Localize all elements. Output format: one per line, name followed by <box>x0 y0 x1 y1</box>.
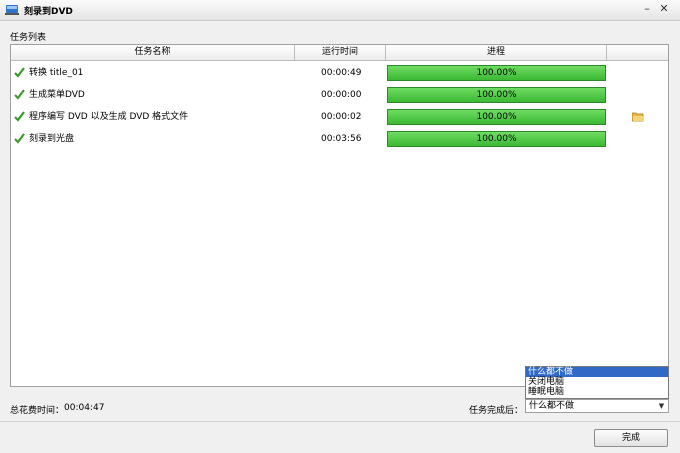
option-shutdown[interactable]: 关闭电脑 <box>526 377 668 387</box>
check-icon <box>14 89 25 100</box>
column-header-progress[interactable]: 进程 <box>386 45 607 60</box>
task-name: 转换 title_01 <box>29 68 84 78</box>
task-list-label: 任务列表 <box>10 33 47 43</box>
total-time-value: 00:04:47 <box>64 403 105 413</box>
chevron-down-icon[interactable]: ▼ <box>655 400 668 412</box>
table-row[interactable]: 转换 title_01 00:00:49 100.00% <box>11 62 668 84</box>
table-row[interactable]: 程序编写 DVD 以及生成 DVD 格式文件 00:00:02 100.00% <box>11 106 668 128</box>
progress-value: 100.00% <box>476 90 517 100</box>
total-time-label: 总花费时间： <box>10 406 65 416</box>
after-completion-select[interactable]: 什么都不做 ▼ <box>525 399 669 413</box>
after-completion-label: 任务完成后： <box>469 406 524 416</box>
table-row[interactable]: 生成菜单DVD 00:00:00 100.00% <box>11 84 668 106</box>
task-time: 00:00:49 <box>321 68 362 78</box>
task-name: 生成菜单DVD <box>29 90 85 100</box>
progress-bar: 100.00% <box>387 65 606 81</box>
progress-value: 100.00% <box>476 68 517 78</box>
progress-bar: 100.00% <box>387 87 606 103</box>
progress-value: 100.00% <box>476 134 517 144</box>
minimize-button[interactable]: – <box>640 2 654 16</box>
progress-value: 100.00% <box>476 112 517 122</box>
task-time: 00:00:00 <box>321 90 362 100</box>
task-table: 任务名称 运行时间 进程 转换 title_01 00:00:49 100.00… <box>10 44 669 387</box>
footer-divider <box>0 421 680 422</box>
check-icon <box>14 133 25 144</box>
table-header: 任务名称 运行时间 进程 <box>11 45 668 61</box>
task-time: 00:03:56 <box>321 134 362 144</box>
progress-bar: 100.00% <box>387 131 606 147</box>
dvd-burner-icon <box>5 5 19 15</box>
option-do-nothing[interactable]: 什么都不做 <box>526 367 668 377</box>
after-completion-selected: 什么都不做 <box>529 401 575 411</box>
column-header-extra <box>607 45 668 60</box>
window-title: 刻录到DVD <box>24 7 73 17</box>
check-icon <box>14 67 25 78</box>
folder-icon[interactable] <box>632 112 644 122</box>
progress-bar: 100.00% <box>387 109 606 125</box>
option-sleep[interactable]: 睡眠电脑 <box>526 387 668 397</box>
check-icon <box>14 111 25 122</box>
task-time: 00:00:02 <box>321 112 362 122</box>
after-completion-options: 什么都不做 关闭电脑 睡眠电脑 <box>525 366 669 399</box>
column-header-run-time[interactable]: 运行时间 <box>295 45 386 60</box>
title-bar: 刻录到DVD – ✕ <box>0 0 680 21</box>
done-button[interactable]: 完成 <box>594 429 668 447</box>
column-header-task-name[interactable]: 任务名称 <box>11 45 295 60</box>
table-row[interactable]: 刻录到光盘 00:03:56 100.00% <box>11 128 668 150</box>
task-name: 刻录到光盘 <box>29 134 75 144</box>
task-name: 程序编写 DVD 以及生成 DVD 格式文件 <box>29 112 189 122</box>
close-button[interactable]: ✕ <box>657 2 671 16</box>
